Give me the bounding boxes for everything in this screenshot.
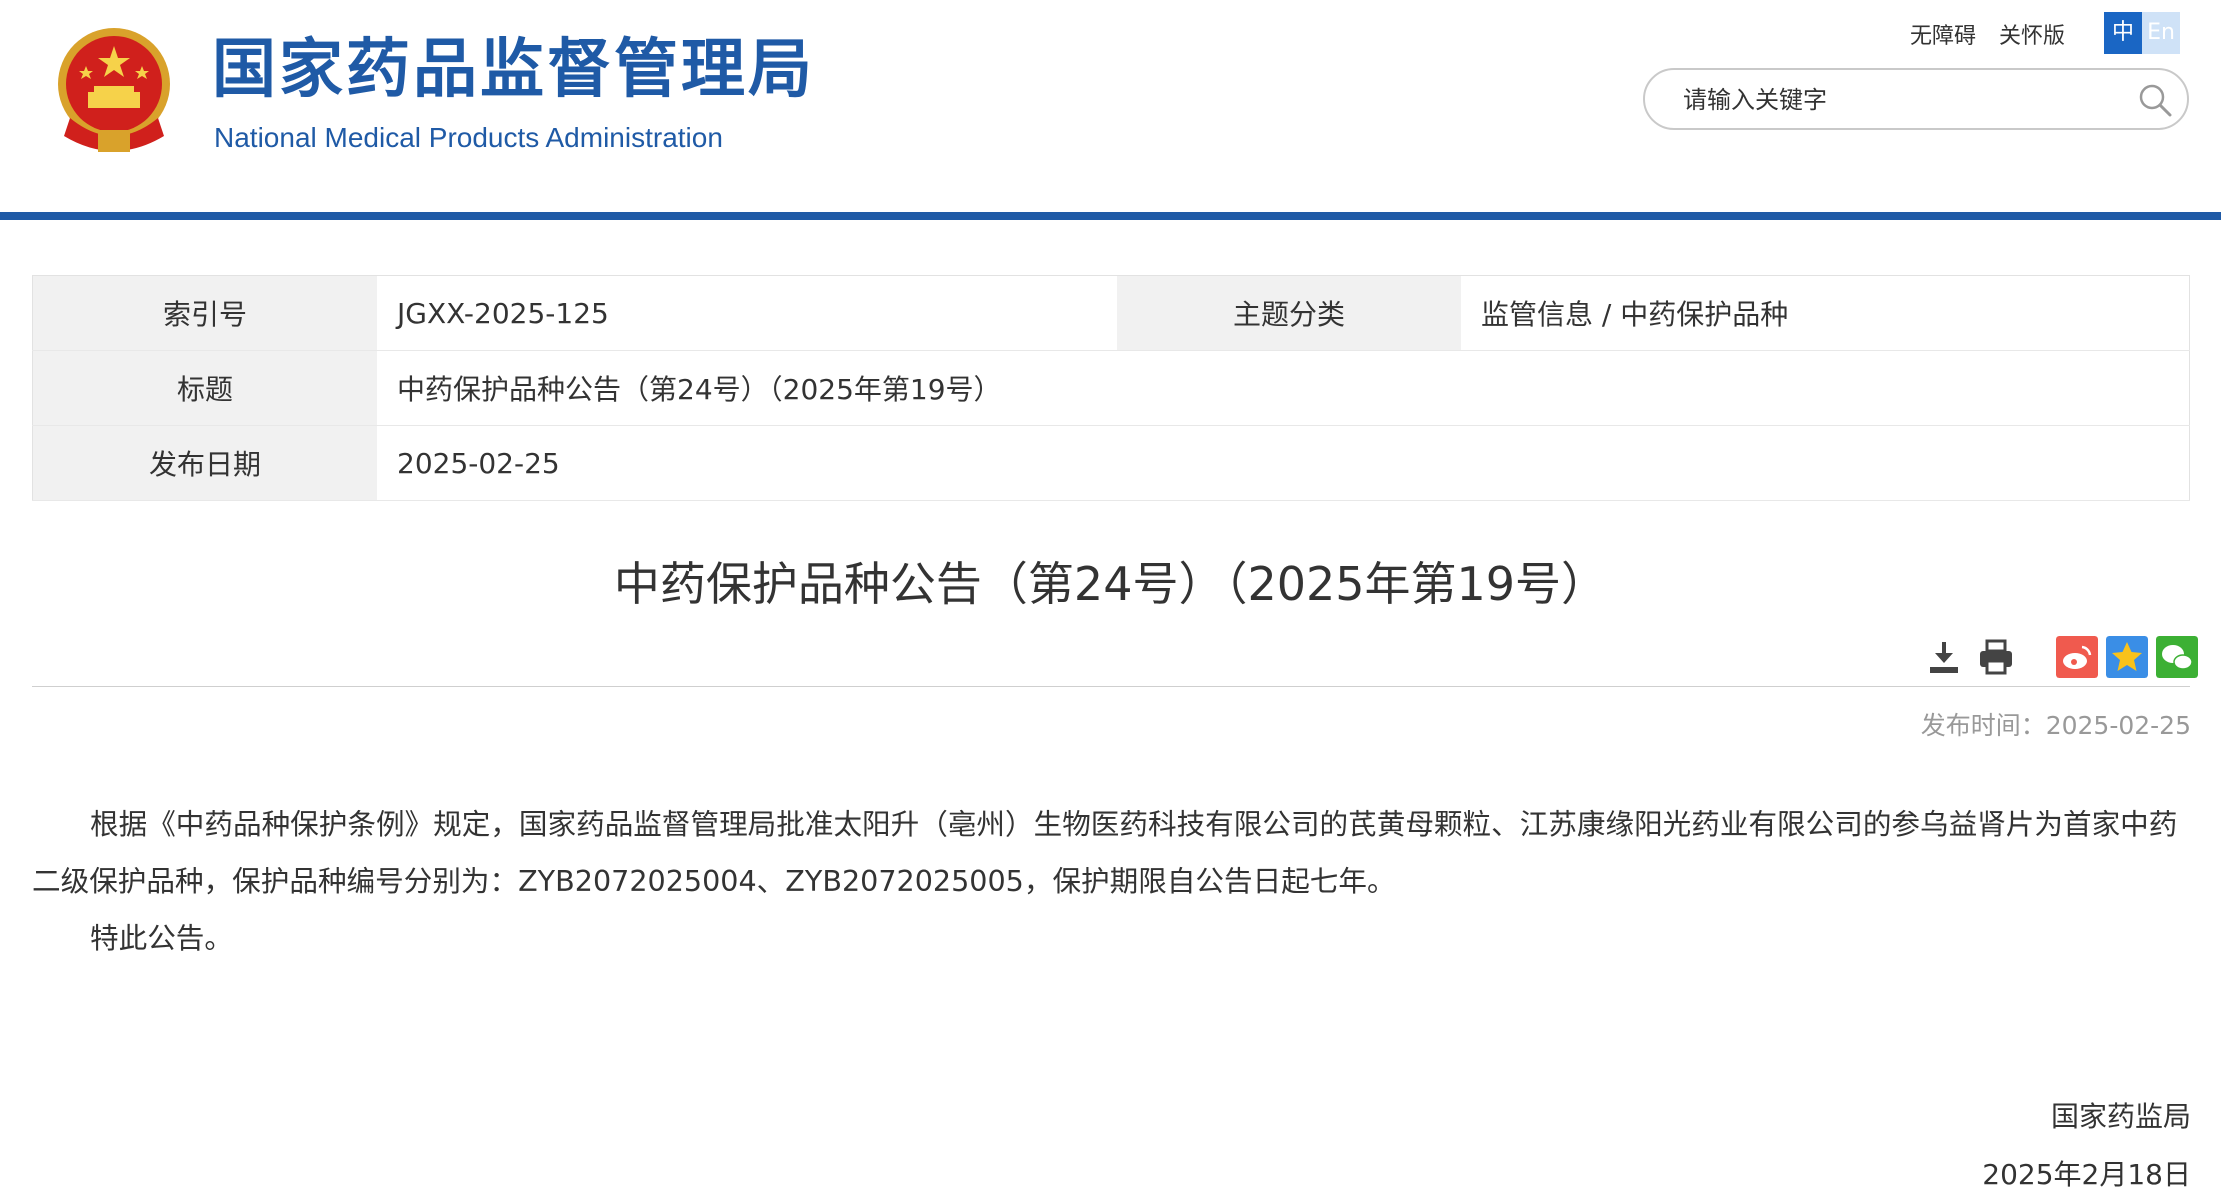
site-title-cn[interactable]: 国家药品监督管理局 xyxy=(212,38,815,102)
info-table: 索引号 JGXX-2025-125 主题分类 监管信息 / 中药保护品种 标题 … xyxy=(32,275,2190,501)
category-label: 主题分类 xyxy=(1117,275,1461,351)
title-divider xyxy=(32,686,2190,687)
top-links: 无障碍 关怀版 xyxy=(1910,18,2081,50)
table-row: 发布日期 2025-02-25 xyxy=(32,425,2190,501)
category-value: 监管信息 / 中药保护品种 xyxy=(1461,275,2190,351)
article-body: 根据《中药品种保护条例》规定，国家药品监督管理局批准太阳升（亳州）生物医药科技有… xyxy=(32,796,2194,967)
search-input[interactable] xyxy=(1681,82,2125,118)
lang-en-button[interactable]: En xyxy=(2142,12,2180,54)
article-title: 中药保护品种公告（第24号）（2025年第19号） xyxy=(613,557,1608,611)
search-box xyxy=(1643,68,2189,130)
favorite-star-icon[interactable] xyxy=(2106,636,2148,678)
national-emblem-logo[interactable] xyxy=(52,26,176,156)
wechat-share-icon[interactable] xyxy=(2156,636,2198,678)
language-switcher: 中 En xyxy=(2104,12,2180,54)
publish-time: 发布时间：2025-02-25 xyxy=(1920,711,2191,740)
download-icon[interactable] xyxy=(1924,637,1964,677)
search-icon[interactable] xyxy=(2137,82,2173,118)
care-mode-link[interactable]: 关怀版 xyxy=(1999,24,2065,49)
article-paragraph: 特此公告。 xyxy=(90,921,233,955)
weibo-share-icon[interactable] xyxy=(2056,636,2098,678)
index-label: 索引号 xyxy=(32,275,377,351)
lang-zh-button[interactable]: 中 xyxy=(2104,12,2142,54)
print-icon[interactable] xyxy=(1976,637,2016,677)
site-header: 国家药品监督管理局 National Medical Products Admi… xyxy=(0,0,2221,212)
header-divider-bar xyxy=(0,212,2221,220)
date-value: 2025-02-25 xyxy=(377,425,2190,501)
article-paragraph: 根据《中药品种保护条例》规定，国家药品监督管理局批准太阳升（亳州）生物医药科技有… xyxy=(32,807,2178,898)
accessibility-link[interactable]: 无障碍 xyxy=(1910,24,1976,49)
date-label: 发布日期 xyxy=(32,425,377,501)
signature-org: 国家药监局 xyxy=(2050,1100,2191,1133)
signature-date: 2025年2月18日 xyxy=(1982,1158,2191,1191)
article-toolbar xyxy=(1924,636,2198,678)
title-value: 中药保护品种公告（第24号）（2025年第19号） xyxy=(377,350,2190,426)
signature-block: 国家药监局 2025年2月18日 xyxy=(1982,1088,2191,1204)
table-row: 标题 中药保护品种公告（第24号）（2025年第19号） xyxy=(32,350,2190,426)
site-title-en[interactable]: National Medical Products Administration xyxy=(214,124,723,152)
table-row: 索引号 JGXX-2025-125 主题分类 监管信息 / 中药保护品种 xyxy=(32,275,2190,351)
index-value: JGXX-2025-125 xyxy=(377,275,1117,351)
title-label: 标题 xyxy=(32,350,377,426)
